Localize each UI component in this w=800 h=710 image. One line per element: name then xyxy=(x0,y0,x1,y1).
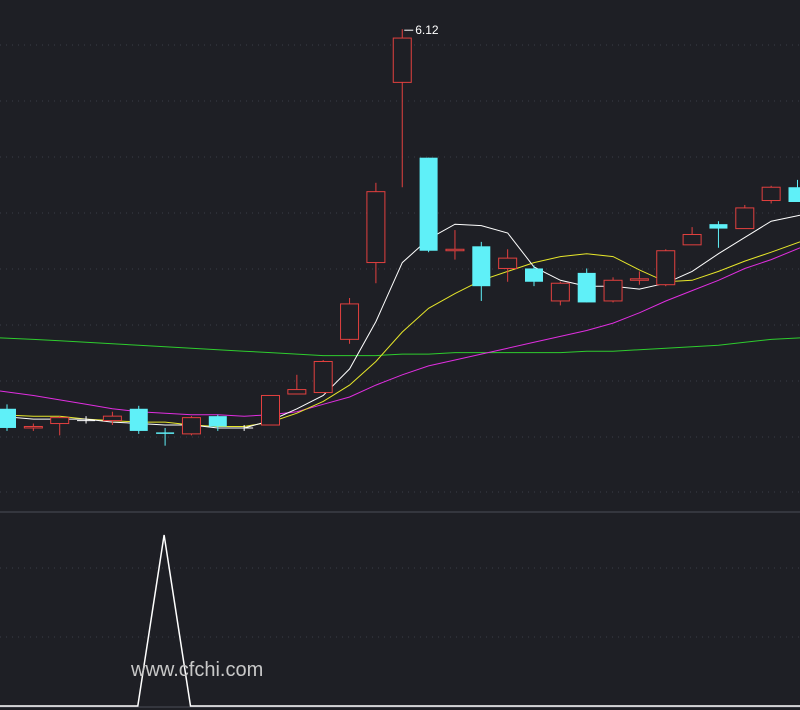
candle-body-up xyxy=(23,425,43,429)
candle-body-up xyxy=(498,257,518,269)
indicator-line xyxy=(0,534,800,707)
labels: 6.12 www.cfchi.com xyxy=(130,23,439,681)
candlesticks xyxy=(0,29,800,446)
candle-body-down xyxy=(156,432,175,434)
ma-mid-line xyxy=(0,241,800,427)
candle-10 xyxy=(261,394,280,426)
candle-19 xyxy=(498,249,518,282)
candle-body-up xyxy=(735,207,755,230)
candle-4 xyxy=(102,411,122,426)
candle-24 xyxy=(629,271,649,285)
candle-body-down xyxy=(577,272,596,303)
candle-body-up xyxy=(313,361,333,394)
candle-body-down xyxy=(709,224,728,229)
candle-body-up xyxy=(102,415,122,422)
candle-body-up xyxy=(629,278,649,281)
peak-price-label: 6.12 xyxy=(415,23,439,37)
candle-15 xyxy=(392,29,412,188)
candle-body-up xyxy=(181,417,201,435)
candle-23 xyxy=(603,277,623,303)
candle-body-down xyxy=(472,246,491,287)
candle-21 xyxy=(550,281,570,306)
candle-body-up xyxy=(603,279,623,302)
candle-13 xyxy=(340,298,360,344)
candle-0 xyxy=(0,404,16,431)
candle-28 xyxy=(735,204,755,230)
candle-body-up xyxy=(550,282,570,302)
candle-6 xyxy=(156,427,175,446)
candle-body-down xyxy=(129,408,148,431)
candle-body-up xyxy=(656,250,676,286)
candle-5 xyxy=(129,405,148,434)
indicator-panel xyxy=(0,534,800,707)
candle-22 xyxy=(577,268,596,303)
stock-chart: 6.12 www.cfchi.com xyxy=(0,0,800,710)
candle-29 xyxy=(761,185,781,204)
candle-body-up xyxy=(340,303,360,340)
candle-body-up xyxy=(445,248,465,252)
candle-2 xyxy=(50,416,70,436)
candle-body-down xyxy=(0,408,16,428)
candle-body-up xyxy=(287,389,307,395)
candle-body-down xyxy=(525,268,543,282)
candle-1 xyxy=(23,423,43,431)
candle-18 xyxy=(472,241,491,301)
ma-short-line xyxy=(0,214,800,429)
candle-27 xyxy=(709,221,728,248)
candle-body-up xyxy=(366,191,386,264)
candle-body-down xyxy=(419,157,438,251)
candle-26 xyxy=(682,227,702,246)
candle-body-down xyxy=(208,416,227,427)
ma-trend-line xyxy=(0,337,800,357)
candle-body-up xyxy=(682,233,702,246)
watermark-text: www.cfchi.com xyxy=(130,659,263,681)
candle-body-up xyxy=(261,394,280,426)
candle-20 xyxy=(525,265,543,287)
candle-body-up xyxy=(50,417,70,425)
candle-body-up xyxy=(392,37,412,83)
candle-30 xyxy=(788,179,800,202)
candle-25 xyxy=(656,249,676,287)
moving-averages xyxy=(0,214,800,429)
ma-long-line xyxy=(0,247,800,417)
candle-17 xyxy=(445,230,465,260)
candle-14 xyxy=(366,182,386,284)
candle-11 xyxy=(287,374,307,395)
candle-body-up xyxy=(761,186,781,202)
candle-7 xyxy=(181,416,201,436)
candle-16 xyxy=(419,157,438,253)
candle-body-down xyxy=(788,187,800,202)
candle-12 xyxy=(313,360,333,394)
chart-canvas: 6.12 www.cfchi.com xyxy=(0,23,800,708)
